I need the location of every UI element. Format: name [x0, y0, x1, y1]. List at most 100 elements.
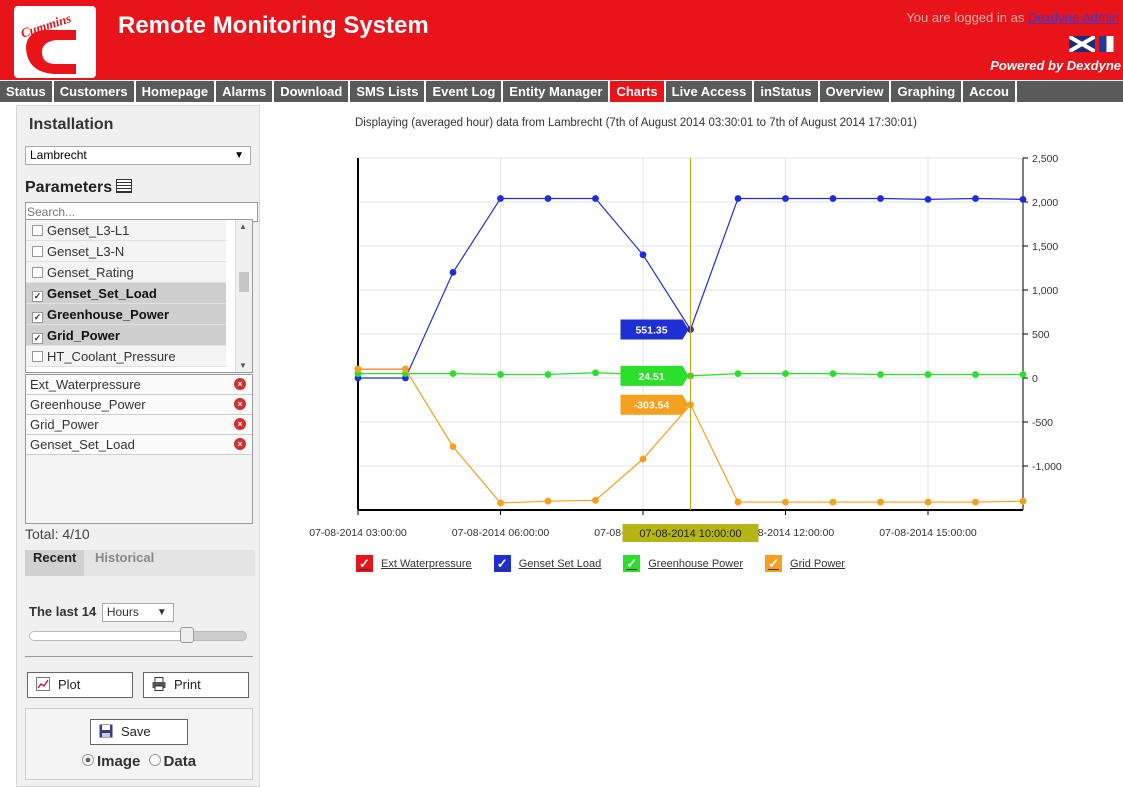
data-point[interactable]: [497, 371, 504, 378]
scroll-up-icon[interactable]: ▲: [239, 222, 247, 231]
nav-item-homepage[interactable]: Homepage: [136, 81, 217, 102]
nav-item-overview[interactable]: Overview: [820, 81, 892, 102]
remove-icon[interactable]: ×: [234, 398, 246, 410]
data-point[interactable]: [639, 251, 647, 259]
legend-checkbox-icon[interactable]: ✓: [493, 555, 511, 572]
range-slider-track[interactable]: [29, 631, 247, 641]
nav-item-entity-manager[interactable]: Entity Manager: [503, 81, 611, 102]
legend-checkbox-icon[interactable]: ✓: [623, 555, 641, 572]
cummins-logo[interactable]: Cummins: [14, 6, 96, 78]
nav-item-download[interactable]: Download: [274, 81, 351, 102]
line-chart[interactable]: 2,500 2,000 1,500 1,000 500 0 -500 -1,000 07-08-…: [290, 150, 1090, 550]
parameter-item[interactable]: ✓ Genset_Set_Load: [26, 283, 226, 304]
data-point[interactable]: [972, 371, 979, 378]
nav-item-alarms[interactable]: Alarms: [216, 81, 275, 102]
data-point[interactable]: [1019, 195, 1027, 203]
checkbox-icon[interactable]: [32, 351, 43, 362]
print-button[interactable]: Print: [143, 672, 249, 698]
data-point[interactable]: [497, 195, 504, 202]
data-point[interactable]: [829, 498, 837, 506]
data-point[interactable]: [354, 365, 362, 373]
data-point[interactable]: [592, 195, 599, 202]
data-point[interactable]: [829, 370, 837, 377]
data-point[interactable]: [592, 369, 599, 377]
data-point[interactable]: [924, 498, 932, 506]
tab-recent[interactable]: Recent: [25, 550, 85, 576]
user-link[interactable]: Dexdyne Admin: [1028, 10, 1119, 25]
y-tick-label: 1,500: [1032, 241, 1058, 253]
data-point[interactable]: [592, 496, 599, 504]
data-radio[interactable]: [148, 754, 161, 766]
uk-flag-icon[interactable]: [1069, 36, 1095, 52]
image-radio[interactable]: [82, 754, 94, 766]
data-point[interactable]: [544, 195, 552, 202]
data-point[interactable]: [734, 498, 742, 506]
nav-item-sms-lists[interactable]: SMS Lists: [350, 81, 427, 102]
scroll-thumb[interactable]: [239, 272, 249, 292]
parameter-item[interactable]: ✓ Greenhouse_Power: [26, 304, 226, 325]
checkbox-icon[interactable]: [32, 267, 43, 278]
data-point[interactable]: [877, 371, 884, 378]
data-point[interactable]: [734, 195, 742, 202]
data-point[interactable]: [877, 498, 884, 506]
data-point[interactable]: [972, 498, 979, 506]
nav-item-charts[interactable]: Charts: [610, 81, 666, 102]
nav-item-instatus[interactable]: inStatus: [754, 81, 820, 102]
data-point[interactable]: [402, 365, 409, 373]
parameter-item[interactable]: ✓ Grid_Power: [26, 325, 226, 346]
save-button[interactable]: Save: [90, 719, 188, 745]
checked-checkbox-icon[interactable]: ✓: [32, 291, 43, 302]
data-point[interactable]: [544, 497, 552, 505]
data-point[interactable]: [877, 195, 884, 202]
legend-checkbox-icon[interactable]: ✓: [356, 555, 373, 572]
plot-button[interactable]: Plot: [27, 672, 133, 698]
data-point[interactable]: [782, 498, 789, 506]
nav-item-live-access[interactable]: Live Access: [666, 81, 755, 102]
data-point[interactable]: [449, 443, 457, 451]
data-point[interactable]: [829, 195, 837, 202]
remove-icon[interactable]: ×: [234, 418, 246, 430]
checked-checkbox-icon[interactable]: ✓: [32, 312, 43, 323]
checkbox-icon[interactable]: [32, 225, 43, 236]
parameter-item[interactable]: Genset_Rating: [26, 262, 226, 283]
list-icon[interactable]: [116, 179, 133, 193]
legend-checkbox-icon[interactable]: ✓: [765, 555, 783, 572]
data-point[interactable]: [1019, 497, 1027, 505]
data-point[interactable]: [639, 455, 647, 463]
remove-icon[interactable]: ×: [234, 378, 246, 390]
data-point[interactable]: [734, 370, 742, 377]
parameter-item[interactable]: Genset_L3-N: [26, 241, 226, 262]
checkbox-icon[interactable]: [32, 246, 43, 257]
data-point[interactable]: [782, 195, 789, 202]
parameter-item[interactable]: HT_Coolant_Pressure: [26, 346, 226, 367]
legend-item[interactable]: ✓ Grid Power: [765, 555, 845, 572]
legend-item[interactable]: ✓ Genset Set Load: [493, 555, 601, 572]
data-point[interactable]: [924, 371, 932, 378]
scroll-down-icon[interactable]: ▼: [239, 361, 247, 370]
data-point[interactable]: [544, 371, 552, 378]
checked-checkbox-icon[interactable]: ✓: [32, 333, 43, 344]
installation-select[interactable]: Lambrecht ▼: [25, 146, 251, 165]
tab-historical[interactable]: Historical: [87, 550, 162, 576]
range-slider-thumb[interactable]: [180, 627, 194, 643]
data-point[interactable]: [782, 370, 789, 377]
fr-flag-icon[interactable]: [1099, 36, 1121, 52]
nav-item-accou[interactable]: Accou: [963, 81, 1017, 102]
data-point[interactable]: [1019, 371, 1027, 378]
data-point[interactable]: [497, 499, 504, 507]
range-unit-select[interactable]: Hours ▼: [101, 603, 174, 622]
data-point[interactable]: [972, 195, 979, 202]
nav-item-status[interactable]: Status: [0, 81, 54, 102]
nav-item-graphing[interactable]: Graphing: [891, 81, 964, 102]
data-point[interactable]: [449, 370, 457, 377]
remove-icon[interactable]: ×: [234, 438, 246, 450]
data-point[interactable]: [449, 269, 457, 276]
nav-item-customers[interactable]: Customers: [54, 81, 136, 102]
legend-item[interactable]: ✓ Greenhouse Power: [623, 555, 743, 572]
legend-item[interactable]: ✓ Ext Waterpressure: [356, 555, 472, 572]
data-point[interactable]: [924, 195, 932, 203]
parameter-item[interactable]: Genset_L3-L1: [26, 220, 226, 241]
nav-item-event-log[interactable]: Event Log: [426, 81, 504, 102]
parameter-scrollbar[interactable]: ▲ ▼: [235, 220, 252, 372]
chart-caption: Displaying (averaged hour) data from Lam…: [355, 117, 917, 129]
